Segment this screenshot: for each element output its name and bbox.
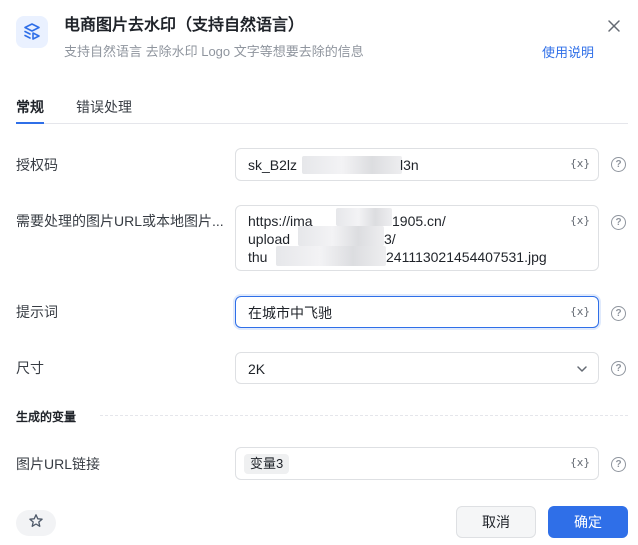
star-icon bbox=[28, 513, 44, 534]
dialog-subtitle: 支持自然语言 去除水印 Logo 文字等想要去除的信息 bbox=[64, 44, 364, 59]
image-url-line3-end: 241113021454407531.jpg bbox=[386, 249, 547, 265]
image-url-line2-end: 3/ bbox=[384, 231, 396, 247]
size-select[interactable]: 2K bbox=[235, 352, 599, 384]
tab-bar: 常规 错误处理 bbox=[16, 96, 628, 124]
help-icon[interactable]: ? bbox=[611, 306, 626, 321]
size-label: 尺寸 bbox=[16, 360, 44, 376]
help-icon[interactable]: ? bbox=[611, 157, 626, 172]
output-variable-field[interactable]: 变量3 {x} bbox=[235, 447, 599, 480]
auth-code-field[interactable]: sk_B2lz l3n {x} bbox=[235, 148, 599, 181]
size-value: 2K bbox=[248, 361, 266, 377]
close-icon[interactable] bbox=[606, 18, 622, 34]
image-url-label: 需要处理的图片URL或本地图片... bbox=[16, 213, 224, 229]
section-divider bbox=[100, 415, 628, 416]
insert-variable-icon[interactable]: {x} bbox=[570, 214, 590, 227]
favorite-button[interactable] bbox=[16, 510, 56, 536]
image-url-redaction-3 bbox=[276, 246, 386, 266]
help-link[interactable]: 使用说明 bbox=[542, 45, 594, 61]
help-icon[interactable]: ? bbox=[611, 361, 626, 376]
prompt-value: 在城市中飞驰 bbox=[248, 305, 332, 321]
auth-code-value-start: sk_B2lz bbox=[248, 157, 298, 173]
insert-variable-icon[interactable]: {x} bbox=[570, 305, 590, 318]
app-icon bbox=[16, 16, 48, 48]
variable-tag[interactable]: 变量3 bbox=[244, 454, 290, 474]
dialog-header: 电商图片去水印（支持自然语言） 支持自然语言 去除水印 Logo 文字等想要去除… bbox=[0, 0, 638, 88]
auth-code-redaction bbox=[302, 156, 402, 174]
tab-general[interactable]: 常规 bbox=[16, 98, 44, 124]
help-icon[interactable]: ? bbox=[611, 457, 626, 472]
tab-error-handling[interactable]: 错误处理 bbox=[76, 98, 132, 116]
output-section-title: 生成的变量 bbox=[16, 410, 77, 424]
auth-code-value-end: l3n bbox=[400, 157, 419, 173]
image-url-redaction-2 bbox=[298, 226, 384, 246]
cancel-button[interactable]: 取消 bbox=[456, 506, 536, 538]
prompt-input[interactable]: 在城市中飞驰 {x} bbox=[235, 296, 599, 328]
auth-code-label: 授权码 bbox=[16, 157, 58, 173]
image-url-redaction-1 bbox=[336, 208, 392, 226]
chevron-down-icon bbox=[576, 362, 588, 380]
insert-variable-icon[interactable]: {x} bbox=[570, 456, 590, 469]
image-url-field[interactable]: https://ima 1905.cn/ upload 3/ thu 24111… bbox=[235, 205, 599, 271]
help-icon[interactable]: ? bbox=[611, 215, 626, 230]
image-url-line3-start: thu bbox=[248, 249, 268, 265]
insert-variable-icon[interactable]: {x} bbox=[570, 157, 590, 170]
dialog-title: 电商图片去水印（支持自然语言） bbox=[64, 17, 305, 34]
confirm-button[interactable]: 确定 bbox=[548, 506, 628, 538]
output-url-label: 图片URL链接 bbox=[16, 456, 101, 472]
prompt-label: 提示词 bbox=[16, 304, 58, 320]
image-url-line1-end: 1905.cn/ bbox=[392, 213, 446, 229]
